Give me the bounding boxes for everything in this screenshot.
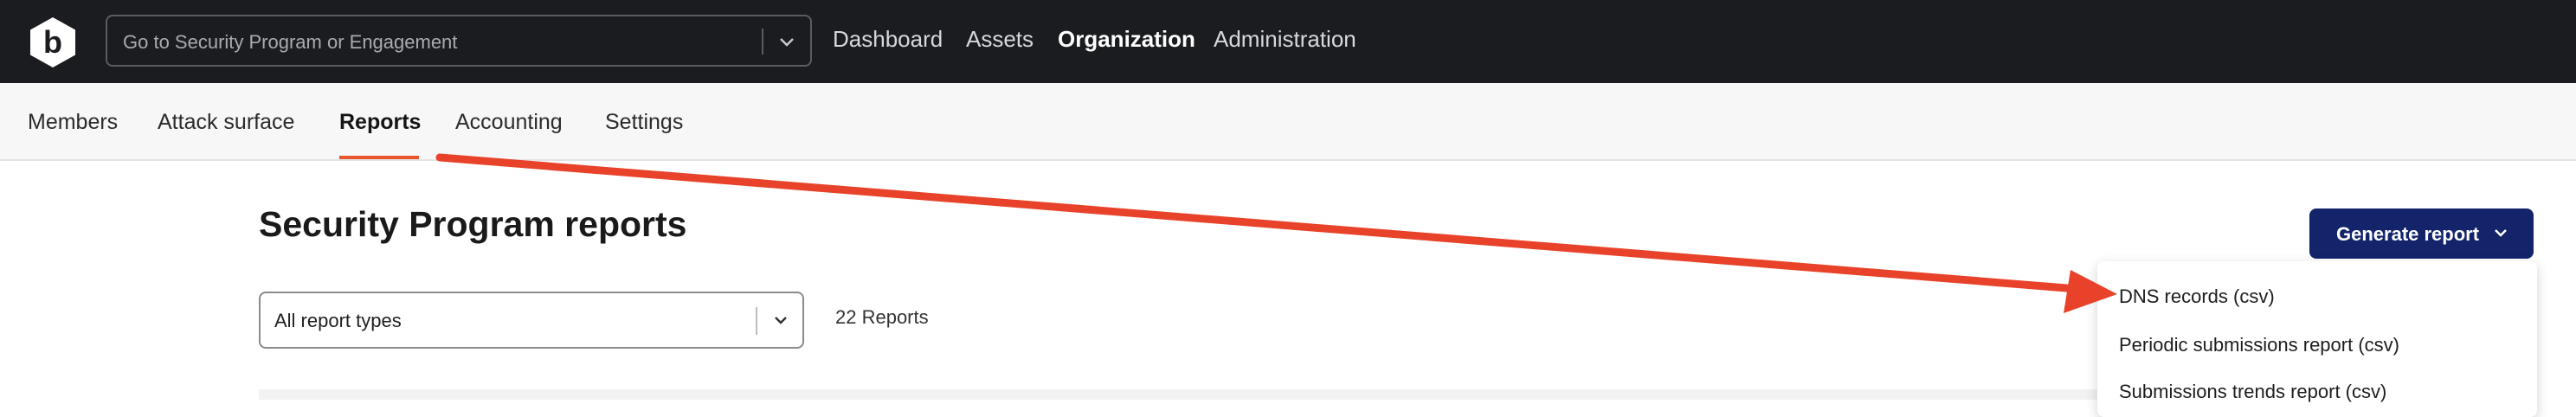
- menu-item-submissions-trends[interactable]: Submissions trends report (csv): [2119, 381, 2386, 403]
- logo-letter: b: [43, 24, 62, 60]
- tab-settings[interactable]: Settings: [605, 110, 683, 135]
- filter-divider: [756, 307, 757, 335]
- tab-reports[interactable]: Reports: [339, 110, 421, 135]
- generate-report-menu: DNS records (csv) Periodic submissions r…: [2097, 261, 2537, 417]
- menu-item-periodic-submissions[interactable]: Periodic submissions report (csv): [2119, 334, 2399, 356]
- search-placeholder: Go to Security Program or Engagement: [123, 31, 458, 53]
- chevron-down-icon[interactable]: [770, 311, 792, 330]
- nav-administration[interactable]: Administration: [1214, 26, 1356, 53]
- report-count: 22 Reports: [835, 306, 929, 328]
- nav-organization[interactable]: Organization: [1058, 26, 1195, 53]
- chevron-down-icon[interactable]: [774, 32, 800, 53]
- organization-tab-bar: Members Attack surface Reports Accountin…: [0, 83, 2576, 161]
- nav-assets[interactable]: Assets: [966, 26, 1034, 53]
- tab-attack-surface[interactable]: Attack surface: [158, 110, 294, 135]
- nav-dashboard[interactable]: Dashboard: [833, 26, 943, 53]
- report-type-filter-value: All report types: [274, 310, 402, 331]
- program-search-input[interactable]: Go to Security Program or Engagement: [106, 15, 812, 67]
- tab-accounting[interactable]: Accounting: [455, 110, 563, 135]
- logo-icon[interactable]: b: [26, 16, 80, 69]
- tab-members[interactable]: Members: [28, 110, 118, 135]
- chevron-down-icon: [2491, 225, 2510, 242]
- active-tab-indicator: [339, 156, 419, 159]
- generate-report-button[interactable]: Generate report: [2309, 208, 2534, 259]
- page-title: Security Program reports: [259, 204, 687, 244]
- generate-report-label: Generate report: [2336, 223, 2480, 245]
- report-type-filter[interactable]: All report types: [259, 292, 804, 349]
- top-navigation-bar: b Go to Security Program or Engagement D…: [0, 0, 2576, 83]
- search-divider: [762, 29, 763, 55]
- menu-item-dns-records[interactable]: DNS records (csv): [2119, 285, 2275, 308]
